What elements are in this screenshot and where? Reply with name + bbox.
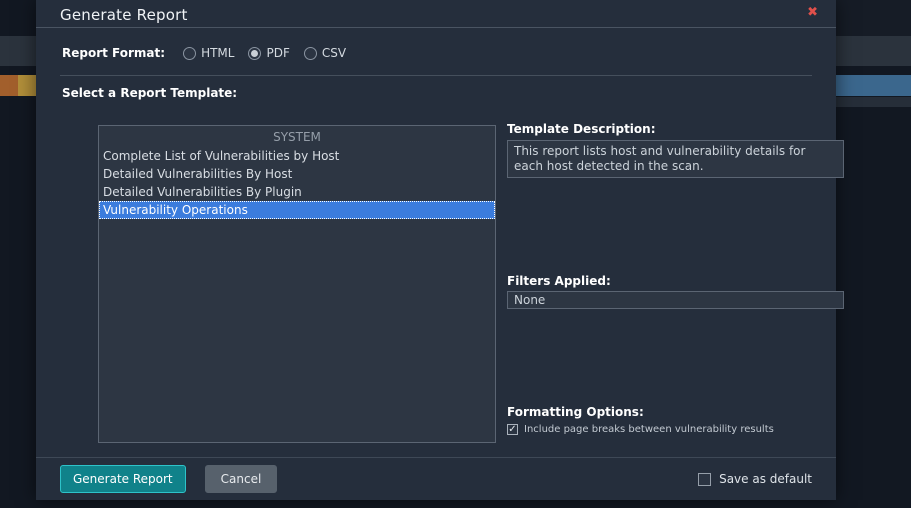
page-breaks-checkbox-row[interactable]: ✓ Include page breaks between vulnerabil… xyxy=(507,424,844,435)
list-item-selected[interactable]: Vulnerability Operations xyxy=(99,201,495,219)
radio-label: CSV xyxy=(322,46,346,60)
list-item[interactable]: Detailed Vulnerabilities By Plugin xyxy=(99,183,495,201)
report-format-label: Report Format: xyxy=(62,46,165,60)
radio-icon-selected xyxy=(248,47,261,60)
radio-option-pdf[interactable]: PDF xyxy=(248,46,289,60)
select-template-label: Select a Report Template: xyxy=(36,76,836,100)
generate-report-dialog: Generate Report ✖ Report Format: HTML PD… xyxy=(36,0,836,500)
close-icon[interactable]: ✖ xyxy=(807,3,818,23)
filters-applied-block: Filters Applied: None xyxy=(507,274,844,309)
background-row-thin xyxy=(836,97,911,107)
severity-bar-gold xyxy=(18,75,37,96)
checkbox-unchecked-icon[interactable] xyxy=(698,473,711,486)
listbox-group-header: SYSTEM xyxy=(99,126,495,147)
filters-applied-value: None xyxy=(507,291,844,309)
save-as-default-label: Save as default xyxy=(719,472,812,486)
radio-label: HTML xyxy=(201,46,234,60)
radio-icon xyxy=(183,47,196,60)
radio-option-csv[interactable]: CSV xyxy=(304,46,346,60)
template-listbox[interactable]: SYSTEM Complete List of Vulnerabilities … xyxy=(98,125,496,443)
page-breaks-label: Include page breaks between vulnerabilit… xyxy=(524,424,774,435)
background-dark-strip xyxy=(836,0,911,36)
generate-report-button[interactable]: Generate Report xyxy=(60,465,186,493)
dialog-footer: Generate Report Cancel Save as default xyxy=(36,457,836,500)
template-description-block: Template Description: This report lists … xyxy=(507,122,844,178)
list-item[interactable]: Detailed Vulnerabilities By Host xyxy=(99,165,495,183)
radio-option-html[interactable]: HTML xyxy=(183,46,234,60)
report-format-group: HTML PDF CSV xyxy=(183,46,346,60)
template-description-text: This report lists host and vulnerability… xyxy=(507,140,844,178)
list-item[interactable]: Complete List of Vulnerabilities by Host xyxy=(99,147,495,165)
severity-bar-orange xyxy=(0,75,18,96)
formatting-options-block: Formatting Options: ✓ Include page break… xyxy=(507,405,844,435)
dialog-title: Generate Report xyxy=(60,6,188,24)
report-format-row: Report Format: HTML PDF CSV xyxy=(36,28,836,60)
formatting-options-label: Formatting Options: xyxy=(507,405,844,419)
dialog-header: Generate Report ✖ xyxy=(36,0,836,28)
save-as-default-row[interactable]: Save as default xyxy=(698,472,812,486)
checkbox-checked-icon[interactable]: ✓ xyxy=(507,424,518,435)
filters-applied-label: Filters Applied: xyxy=(507,274,844,288)
severity-bar-blue xyxy=(836,75,911,96)
cancel-button[interactable]: Cancel xyxy=(205,465,278,493)
radio-icon xyxy=(304,47,317,60)
template-description-label: Template Description: xyxy=(507,122,844,136)
radio-label: PDF xyxy=(266,46,289,60)
